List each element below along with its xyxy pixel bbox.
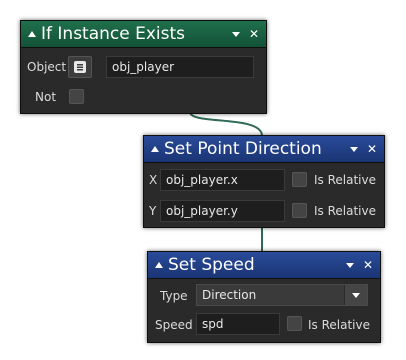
object-field[interactable]: obj_player [106, 56, 254, 78]
type-dropdown-value: Direction [202, 288, 257, 302]
set-speed-header[interactable]: Set Speed ✕ [148, 252, 380, 279]
menu-chevron-icon[interactable] [349, 146, 358, 152]
x-relative-label: Is Relative [314, 173, 376, 187]
type-dropdown[interactable]: Direction [196, 284, 368, 306]
not-checkbox[interactable] [69, 89, 84, 104]
close-icon[interactable]: ✕ [363, 259, 373, 271]
y-relative-checkbox[interactable] [292, 203, 307, 218]
if-instance-exists-node[interactable]: If Instance Exists ✕ Object obj_player N… [20, 20, 267, 114]
speed-relative-checkbox[interactable] [287, 316, 302, 331]
y-label: Y [149, 204, 157, 218]
close-icon[interactable]: ✕ [367, 143, 377, 155]
collapse-arrow-icon[interactable] [28, 31, 36, 37]
dropdown-button[interactable] [344, 285, 367, 305]
speed-label: Speed [155, 318, 193, 332]
set-speed-node[interactable]: Set Speed ✕ Type Direction Speed spd Is … [147, 251, 381, 343]
type-label: Type [160, 289, 188, 303]
x-relative-checkbox[interactable] [292, 172, 307, 187]
set-point-direction-header[interactable]: Set Point Direction ✕ [144, 136, 384, 163]
x-field[interactable]: obj_player.x [160, 169, 285, 191]
object-label: Object [27, 60, 67, 74]
not-label: Not [35, 90, 57, 104]
y-relative-label: Is Relative [314, 204, 376, 218]
node-title: If Instance Exists [41, 24, 186, 44]
y-field[interactable]: obj_player.y [160, 200, 285, 222]
dropdown-arrow-icon [352, 292, 360, 298]
set-point-direction-node[interactable]: Set Point Direction ✕ X obj_player.x Is … [143, 135, 385, 228]
object-picker-icon [74, 61, 86, 73]
speed-relative-label: Is Relative [308, 318, 370, 332]
if-instance-exists-header[interactable]: If Instance Exists ✕ [21, 21, 266, 48]
node-title: Set Point Direction [164, 139, 322, 159]
x-label: X [149, 173, 158, 187]
collapse-arrow-icon[interactable] [155, 262, 163, 268]
menu-chevron-icon[interactable] [345, 262, 354, 268]
menu-chevron-icon[interactable] [231, 31, 240, 37]
close-icon[interactable]: ✕ [249, 28, 259, 40]
collapse-arrow-icon[interactable] [151, 146, 159, 152]
object-picker-button[interactable] [68, 56, 92, 78]
node-title: Set Speed [168, 255, 255, 275]
speed-field[interactable]: spd [196, 313, 280, 335]
connector-if-to-point [189, 111, 263, 136]
